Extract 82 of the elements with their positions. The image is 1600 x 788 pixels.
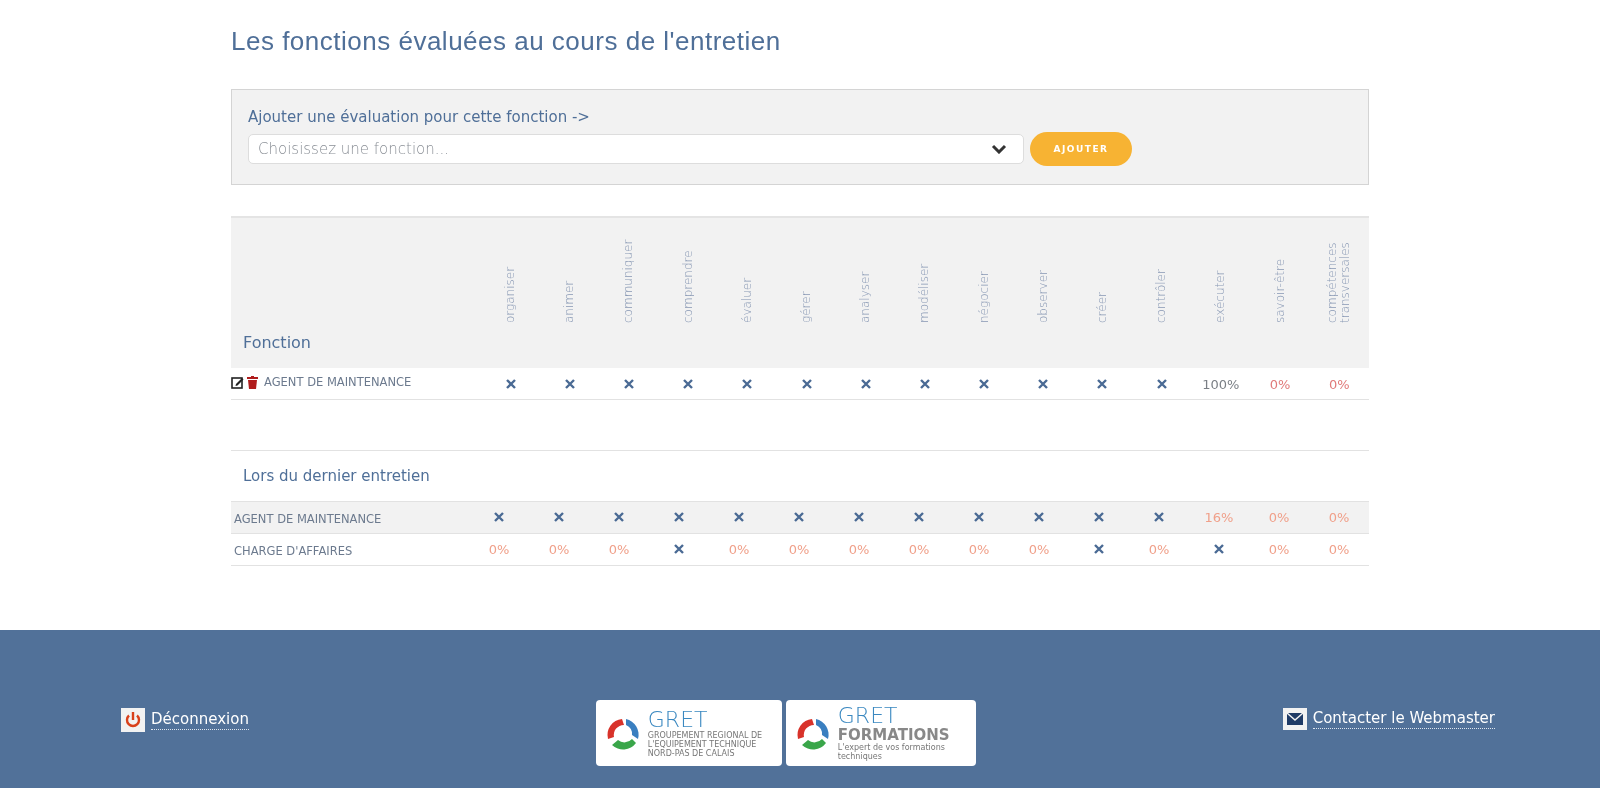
chevron-down-icon — [991, 144, 1007, 154]
cross-icon — [742, 379, 753, 390]
trash-icon — [247, 375, 258, 389]
percent-value: 0% — [1028, 541, 1050, 557]
contact-link[interactable]: Contacter le Webmaster — [1282, 708, 1495, 730]
column-header: comprendre — [681, 249, 695, 323]
percent-value: 0% — [1148, 541, 1170, 557]
cross-icon — [614, 512, 624, 522]
cross-icon — [854, 512, 864, 522]
percent-value: 0% — [968, 541, 990, 557]
cross-icon — [801, 379, 812, 390]
cross-icon — [734, 512, 744, 522]
percent-value: 0% — [908, 541, 930, 557]
logo-name: FORMATIONS — [837, 727, 951, 743]
function-name: CHARGE D'AFFAIRES — [233, 543, 353, 558]
column-header: évaluer — [740, 276, 754, 323]
cross-icon — [1154, 512, 1164, 522]
cross-icon — [494, 512, 504, 522]
cross-icon — [623, 379, 634, 390]
percent-value: 0% — [548, 541, 570, 557]
column-header: compétences transversales — [1326, 241, 1353, 323]
envelope-icon — [1282, 708, 1307, 730]
column-header: communiquer — [622, 238, 636, 323]
cross-icon — [1038, 379, 1049, 390]
page-title: Les fonctions évaluées au cours de l'entretien — [231, 26, 782, 57]
percent-value: 0% — [1328, 509, 1350, 525]
column-header: exécuter — [1214, 269, 1228, 323]
function-name: AGENT DE MAINTENANCE — [233, 511, 382, 526]
cross-icon — [794, 512, 804, 522]
cross-icon — [683, 379, 694, 390]
column-header: savoir-être — [1273, 257, 1287, 323]
cross-icon — [674, 544, 684, 554]
cross-icon — [505, 379, 516, 390]
cross-icon — [914, 512, 924, 522]
column-header: analyser — [859, 270, 873, 323]
cross-icon — [1094, 512, 1104, 522]
logo-name: GRET — [837, 705, 899, 727]
percent-value: 0% — [488, 541, 510, 557]
cross-icon — [974, 512, 984, 522]
cross-icon — [1097, 379, 1108, 390]
delete-button[interactable] — [247, 375, 258, 389]
percent-value: 0% — [1268, 541, 1290, 557]
panel-label: Ajouter une évaluation pour cette fonction -> — [248, 108, 591, 126]
cross-icon — [674, 512, 684, 522]
logo-subtitle: GROUPEMENT REGIONAL DE L'EQUIPEMENT TECHNIQUE NORD-PAS DE CALAIS — [647, 730, 764, 758]
cross-icon — [1034, 512, 1044, 522]
column-header: créer — [1095, 291, 1109, 323]
column-header: organiser — [504, 265, 518, 323]
percent-value: 100% — [1202, 376, 1240, 392]
percent-value: 16% — [1204, 509, 1234, 525]
edit-icon — [231, 375, 244, 389]
edit-button[interactable] — [231, 375, 244, 389]
cross-icon — [1094, 544, 1104, 554]
cross-icon — [979, 379, 990, 390]
percent-value: 0% — [788, 541, 810, 557]
logo-subtitle: L'expert de vos formations techniques — [837, 743, 946, 761]
cross-icon — [554, 512, 564, 522]
percent-value: 0% — [608, 541, 630, 557]
column-header: modéliser — [918, 262, 932, 323]
column-header: négocier — [977, 270, 991, 323]
logo-name: GRET — [647, 708, 708, 731]
cross-icon — [564, 379, 575, 390]
power-icon — [121, 708, 145, 732]
column-header: animer — [563, 279, 577, 323]
column-header: Fonction — [243, 333, 311, 352]
percent-value: 0% — [1328, 541, 1350, 557]
function-name: AGENT DE MAINTENANCE — [263, 375, 412, 390]
column-header: contrôler — [1155, 268, 1169, 323]
cross-icon — [860, 379, 871, 390]
percent-value: 0% — [728, 541, 750, 557]
cross-icon — [919, 379, 930, 390]
section-title: Lors du dernier entretien — [242, 466, 430, 485]
logout-link[interactable]: Déconnexion — [121, 708, 249, 732]
percent-value: 0% — [1269, 376, 1291, 392]
function-select[interactable]: Choisissez une fonction... — [248, 134, 1024, 164]
cross-icon — [1214, 544, 1224, 554]
column-header: gérer — [800, 290, 814, 323]
percent-value: 0% — [1329, 376, 1350, 392]
column-header: observer — [1036, 269, 1050, 323]
percent-value: 0% — [1268, 509, 1290, 525]
percent-value: 0% — [848, 541, 870, 557]
cross-icon — [1156, 379, 1167, 390]
